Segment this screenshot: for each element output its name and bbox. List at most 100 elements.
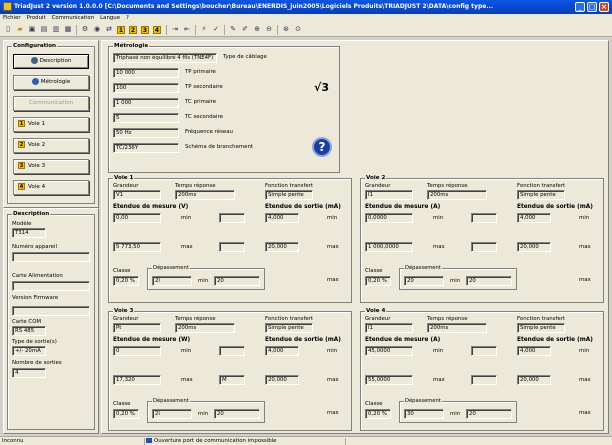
mesure-max-field[interactable]: 55,0000 (365, 375, 413, 385)
temps-field[interactable]: 200ms (427, 190, 487, 200)
menu-communication[interactable]: Communication (49, 14, 98, 22)
close-button[interactable]: × (599, 2, 609, 12)
depassement-min-field[interactable]: 20 (404, 276, 444, 286)
voie-4-tool-icon[interactable]: 4 (153, 26, 161, 34)
sortie-max-field[interactable]: 20,000 (517, 242, 551, 252)
menu-fichier[interactable]: Fichier (0, 14, 24, 22)
version-firmware-field[interactable] (12, 306, 90, 316)
mesure-max-field[interactable]: 17,320 (113, 375, 161, 385)
zoom-out-icon[interactable]: ⊖ (264, 25, 274, 34)
classe-field[interactable]: 0,20 % (365, 276, 391, 286)
write-device-icon[interactable]: ⇤ (182, 25, 192, 34)
sortie-max-field[interactable]: 20,000 (265, 242, 299, 252)
temps-field[interactable]: 200ms (427, 323, 487, 333)
tc-primaire-field[interactable]: 1 000 (113, 98, 179, 108)
maximize-button[interactable]: □ (587, 2, 597, 12)
depassement-max-field[interactable]: 20 (214, 409, 260, 419)
open-folder-icon[interactable]: ▰ (15, 25, 25, 34)
mesure-min-unit-field[interactable] (219, 346, 245, 356)
depassement-max-field[interactable]: 20 (466, 276, 512, 286)
cablage-field[interactable]: Triphasé non équilibré 4 fils (TNE4F) (113, 53, 217, 63)
mesure-max-unit-field[interactable]: M (219, 375, 245, 385)
save-as-icon[interactable]: ▤ (39, 25, 49, 34)
communication-button[interactable]: Communication (13, 96, 89, 111)
mesure-min-unit-field[interactable] (471, 346, 497, 356)
classe-field[interactable]: 0,20 % (365, 409, 391, 419)
mesure-min-unit-field[interactable] (219, 213, 245, 223)
grandeur-field[interactable]: V1 (113, 190, 161, 200)
print-icon[interactable]: ▥ (51, 25, 61, 34)
voie-1-button[interactable]: 1 Voie 1 (13, 117, 89, 132)
depassement-min-field[interactable]: 30 (404, 409, 444, 419)
mesure-min-unit-field[interactable] (471, 213, 497, 223)
grandeur-field[interactable]: I1 (365, 323, 413, 333)
voie-3-button[interactable]: 3 Voie 3 (13, 159, 89, 174)
fonction-field[interactable]: Simple pente (265, 323, 313, 333)
numero-appareil-field[interactable] (12, 252, 90, 262)
schema-field[interactable]: TC/236Y (113, 143, 179, 153)
grandeur-field[interactable]: I1 (365, 190, 413, 200)
settings-icon[interactable]: ⚙ (80, 25, 90, 34)
mesure-max-unit-field[interactable] (219, 242, 245, 252)
carte-com-field[interactable]: RS 485 (12, 326, 46, 336)
nombre-sorties-field[interactable]: 4 (12, 368, 46, 378)
classe-field[interactable]: 0,20 % (113, 409, 139, 419)
depassement-min-field[interactable]: 2l (152, 276, 192, 286)
menu-produit[interactable]: Produit (24, 14, 49, 22)
adjust-icon[interactable]: ✐ (240, 25, 250, 34)
tp-secondaire-field[interactable]: 100 (113, 83, 179, 93)
voie-2-tool-icon[interactable]: 2 (129, 26, 137, 34)
voie-4-button[interactable]: 4 Voie 4 (13, 180, 89, 195)
tp-primaire-field[interactable]: 10 000 (113, 68, 179, 78)
voie-2-button[interactable]: 2 Voie 2 (13, 138, 89, 153)
calibrate-icon[interactable]: ✎ (228, 25, 238, 34)
fonction-field[interactable]: Simple pente (265, 190, 313, 200)
metrologie-button[interactable]: Métrologie (13, 75, 89, 90)
temps-field[interactable]: 200ms (175, 323, 235, 333)
mesure-max-unit-field[interactable] (471, 242, 497, 252)
depassement-max-field[interactable]: 20 (214, 276, 260, 286)
menu-help[interactable]: ? (123, 14, 132, 22)
mesure-max-field[interactable]: 1 000,0000 (365, 242, 413, 252)
mesure-min-field[interactable]: 0 (113, 346, 161, 356)
modele-field[interactable]: T314 (12, 228, 46, 238)
mesure-max-unit-field[interactable] (471, 375, 497, 385)
type-sortie-field[interactable]: +/- 20mA (12, 346, 46, 356)
classe-field[interactable]: 0,20 % (113, 276, 139, 286)
depassement-max-field[interactable]: 20 (466, 409, 512, 419)
save-icon[interactable]: ▣ (27, 25, 37, 34)
zoom-icon[interactable]: ⊕ (252, 25, 262, 34)
connect-icon[interactable]: ⚡ (199, 25, 209, 34)
voie-3-tool-icon[interactable]: 3 (141, 26, 149, 34)
frequence-field[interactable]: 50 Hz (113, 128, 179, 138)
mesure-max-field[interactable]: 5 773,50 (113, 242, 161, 252)
description-button[interactable]: Description (13, 54, 89, 69)
fonction-field[interactable]: Simple pente (517, 190, 565, 200)
sortie-max-field[interactable]: 20,000 (517, 375, 551, 385)
metrology-icon[interactable]: ◉ (92, 25, 102, 34)
carte-alimentation-field[interactable] (12, 281, 90, 291)
temps-field[interactable]: 200ms (175, 190, 235, 200)
sortie-min-field[interactable]: 4,000 (517, 213, 551, 223)
sortie-min-field[interactable]: 4,000 (517, 346, 551, 356)
read-device-icon[interactable]: ⇥ (170, 25, 180, 34)
help-icon[interactable]: ? (314, 139, 330, 155)
fonction-field[interactable]: Simple pente (517, 323, 565, 333)
help-tool-icon[interactable]: ⊛ (281, 25, 291, 34)
sortie-min-field[interactable]: 4,000 (265, 213, 299, 223)
about-icon[interactable]: ⊙ (293, 25, 303, 34)
print-preview-icon[interactable]: ▦ (63, 25, 73, 34)
menu-langue[interactable]: Langue (97, 14, 123, 22)
tc-secondaire-field[interactable]: 5 (113, 113, 179, 123)
grandeur-field[interactable]: Pt (113, 323, 161, 333)
communication-icon[interactable]: ⇄ (104, 25, 114, 34)
minimize-button[interactable]: _ (575, 2, 585, 12)
new-file-icon[interactable]: ▯ (3, 25, 13, 34)
depassement-min-field[interactable]: 2l (152, 409, 192, 419)
mesure-min-field[interactable]: 45,0000 (365, 346, 413, 356)
voie-1-tool-icon[interactable]: 1 (117, 26, 125, 34)
sortie-max-field[interactable]: 20,000 (265, 375, 299, 385)
mesure-min-field[interactable]: 0,00 (113, 213, 161, 223)
sortie-min-field[interactable]: 4,000 (265, 346, 299, 356)
test-icon[interactable]: ✓ (211, 25, 221, 34)
